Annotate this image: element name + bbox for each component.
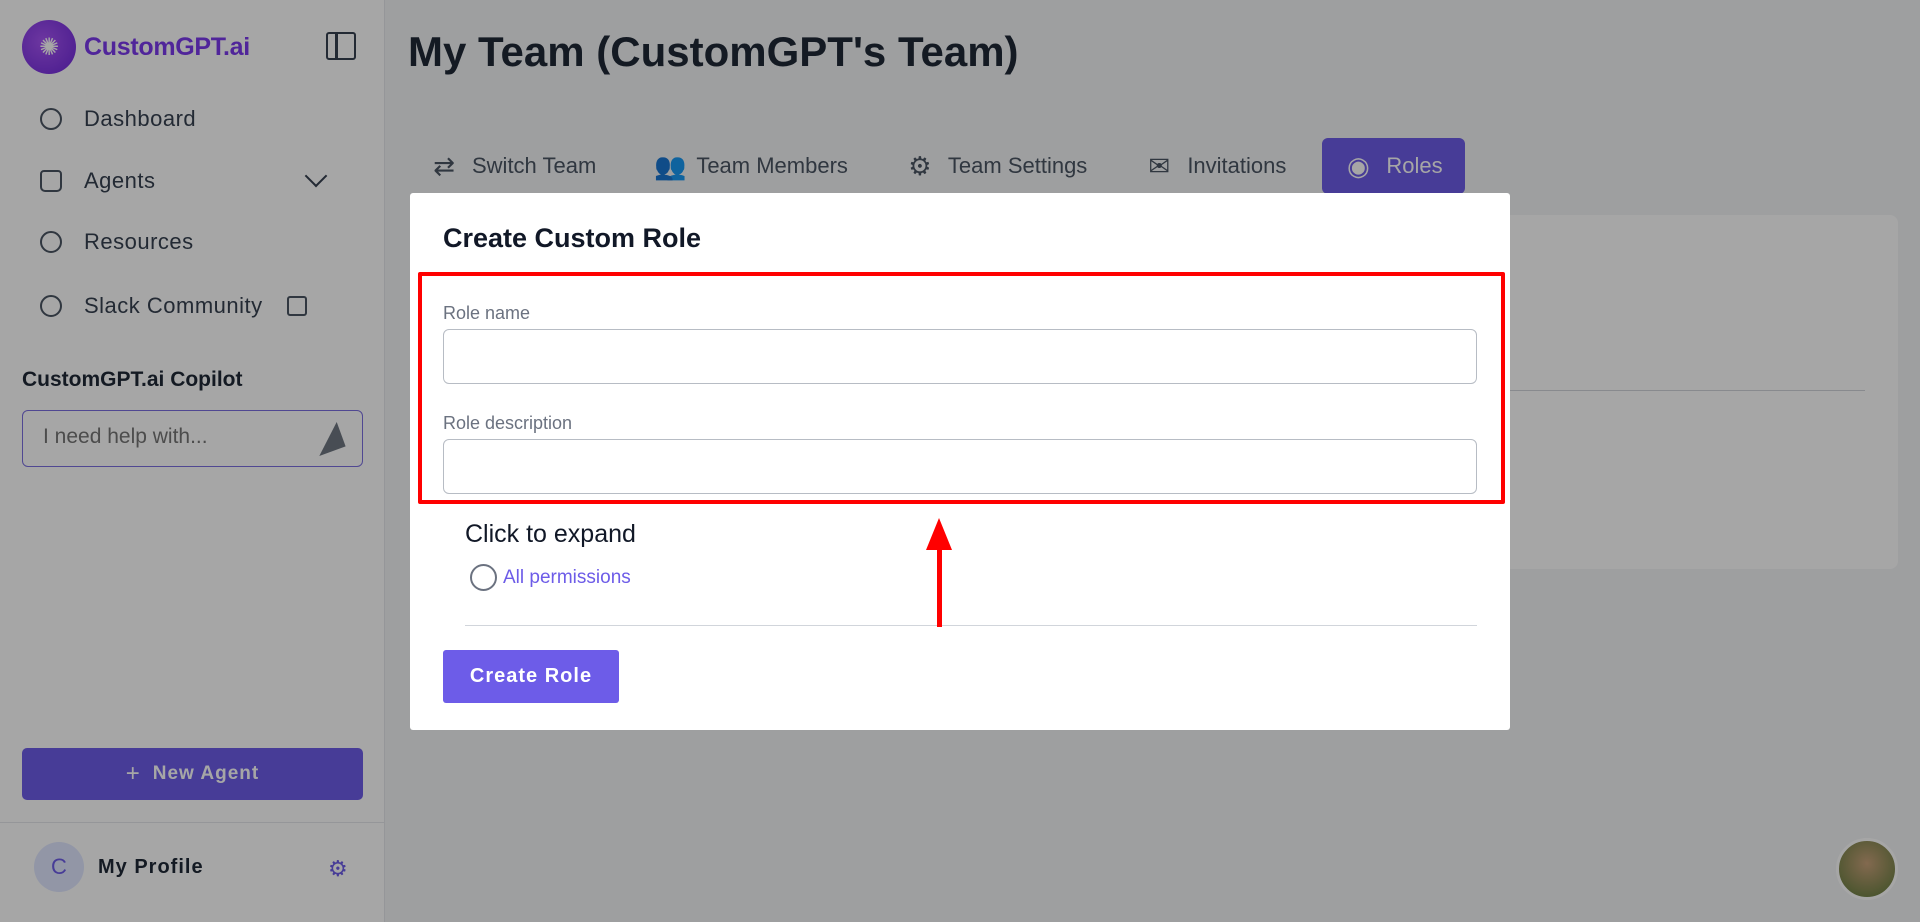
create-role-button[interactable]: Create Role [443,650,619,703]
all-permissions-checkbox[interactable] [470,564,497,591]
annotation-arrow-shaft [937,545,942,627]
create-role-modal: Create Custom Role Role name Role descri… [410,193,1510,730]
annotation-highlight-box [418,272,1505,504]
all-permissions-label[interactable]: All permissions [503,567,631,589]
modal-divider [465,625,1477,626]
expand-title[interactable]: Click to expand [465,520,636,549]
modal-title: Create Custom Role [443,223,702,253]
